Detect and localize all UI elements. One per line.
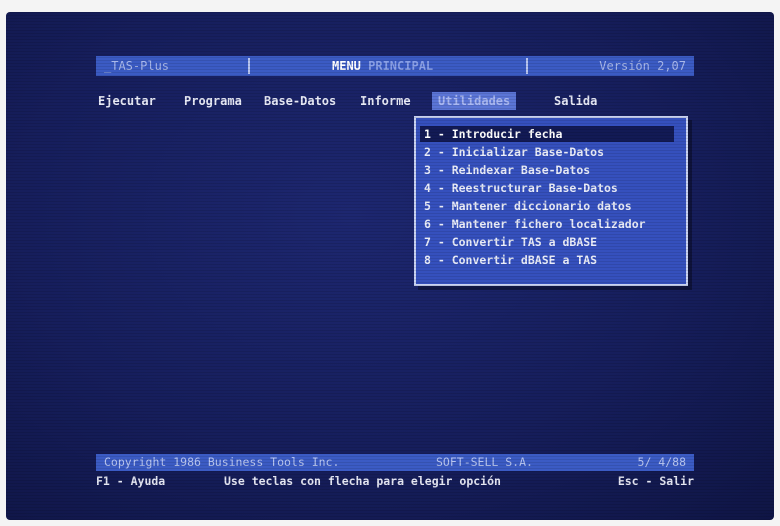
title-separator xyxy=(526,58,528,74)
menu-title-bright: MENU xyxy=(332,59,369,73)
exit-key-hint[interactable]: Esc - Salir xyxy=(618,473,694,489)
option-introducir-fecha[interactable]: 1 - Introducir fecha xyxy=(420,126,674,142)
menu-title: MENU PRINCIPAL xyxy=(332,56,433,76)
option-convertir-dbase-a-tas[interactable]: 8 - Convertir dBASE a TAS xyxy=(424,252,597,268)
title-separator xyxy=(248,58,250,74)
menu-base-datos[interactable]: Base-Datos xyxy=(264,92,336,110)
copyright-text: Copyright 1986 Business Tools Inc. xyxy=(104,455,340,469)
utilidades-dropdown: 1 - Introducir fecha 2 - Inicializar Bas… xyxy=(414,116,688,286)
distributor-text: SOFT-SELL S.A. xyxy=(436,455,533,469)
option-mantener-diccionario-datos[interactable]: 5 - Mantener diccionario datos xyxy=(424,198,632,214)
menu-title-dim: PRINCIPAL xyxy=(368,59,434,73)
monitor-photo: _TAS-Plus MENU PRINCIPAL Versión 2,07 Ej… xyxy=(0,0,780,526)
version-label: Versión 2,07 xyxy=(599,59,686,73)
menu-utilidades[interactable]: Utilidades xyxy=(432,92,517,110)
app-name: _TAS-Plus xyxy=(104,59,170,73)
dos-screen: _TAS-Plus MENU PRINCIPAL Versión 2,07 Ej… xyxy=(6,12,774,520)
title-bar: _TAS-Plus MENU PRINCIPAL Versión 2,07 xyxy=(96,56,694,76)
menu-salida[interactable]: Salida xyxy=(554,92,597,110)
help-line: F1 - Ayuda Use teclas con flecha para el… xyxy=(96,473,694,489)
option-convertir-tas-a-dbase[interactable]: 7 - Convertir TAS a dBASE xyxy=(424,234,597,250)
date-text: 5/ 4/88 xyxy=(637,455,686,469)
help-key-hint[interactable]: F1 - Ayuda xyxy=(96,473,165,489)
menu-ejecutar[interactable]: Ejecutar xyxy=(98,92,156,110)
menu-informe[interactable]: Informe xyxy=(360,92,411,110)
status-bar: Copyright 1986 Business Tools Inc. SOFT-… xyxy=(96,454,694,471)
navigation-instruction: Use teclas con flecha para elegir opción xyxy=(224,474,501,488)
option-reestructurar-base-datos[interactable]: 4 - Reestructurar Base-Datos xyxy=(424,180,618,196)
menu-programa[interactable]: Programa xyxy=(184,92,242,110)
option-reindexar-base-datos[interactable]: 3 - Reindexar Base-Datos xyxy=(424,162,590,178)
option-mantener-fichero-localizador[interactable]: 6 - Mantener fichero localizador xyxy=(424,216,646,232)
option-inicializar-base-datos[interactable]: 2 - Inicializar Base-Datos xyxy=(424,144,604,160)
